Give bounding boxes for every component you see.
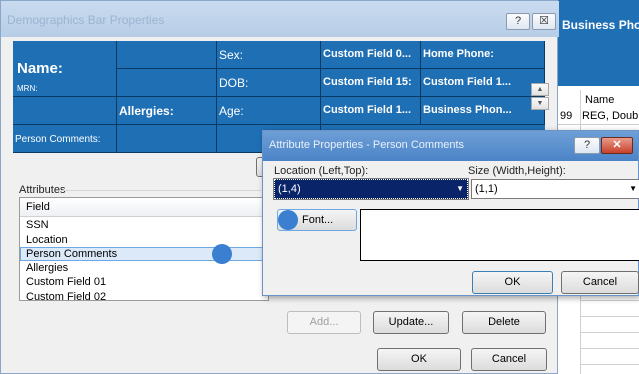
list-header-field: Field bbox=[26, 201, 50, 213]
preview-allergies-label: Allergies: bbox=[119, 104, 174, 118]
attributes-label: Attributes bbox=[19, 184, 66, 196]
add-button[interactable]: Add... bbox=[287, 311, 361, 334]
list-item[interactable]: Custom Field 02 bbox=[26, 291, 106, 300]
click-indicator bbox=[278, 210, 298, 230]
background-grid-row[interactable]: 99 REG, Double bbox=[558, 108, 639, 125]
preview-mrn-label: MRN: bbox=[17, 84, 38, 93]
list-item[interactable]: SSN bbox=[26, 219, 49, 232]
click-indicator bbox=[212, 244, 232, 264]
preview-cell[interactable] bbox=[13, 97, 117, 125]
size-select[interactable]: (1,1) ▼ bbox=[471, 179, 639, 199]
row-number: 99 bbox=[560, 110, 573, 122]
preview-cell[interactable] bbox=[117, 41, 217, 69]
preview-cell-home-phone[interactable]: Home Phone: bbox=[421, 41, 545, 69]
preview-custom-field-label: Custom Field 1... bbox=[423, 76, 512, 88]
grid-line bbox=[580, 332, 639, 333]
row-name: REG, Double bbox=[582, 110, 639, 122]
preview-person-comments-label: Person Comments: bbox=[15, 134, 101, 145]
scroll-up-button[interactable]: ▲ bbox=[531, 83, 549, 96]
preview-cell[interactable] bbox=[117, 69, 217, 97]
inner-dialog-title: Attribute Properties - Person Comments bbox=[269, 139, 465, 151]
size-label: Size (Width,Height): bbox=[468, 165, 566, 177]
help-button[interactable]: ? bbox=[506, 13, 530, 30]
preview-sex-label: Sex: bbox=[219, 48, 244, 62]
location-label: Location (Left,Top): bbox=[274, 165, 369, 177]
preview-cell-sex[interactable]: Sex: bbox=[217, 41, 321, 69]
update-button[interactable]: Update... bbox=[373, 311, 449, 334]
scroll-down-button[interactable]: ▼ bbox=[531, 97, 549, 110]
attributes-list[interactable]: Field SSN Location Person Comments Aller… bbox=[19, 197, 269, 301]
background-header-label: Business Phor bbox=[562, 18, 639, 32]
preview-age-label: Age: bbox=[219, 104, 244, 118]
grid-line bbox=[580, 300, 639, 301]
preview-cell-age[interactable]: Age: bbox=[217, 97, 321, 125]
cancel-button[interactable]: Cancel bbox=[471, 348, 547, 371]
grid-header-name: Name bbox=[585, 94, 615, 106]
list-item[interactable]: Allergies bbox=[26, 262, 68, 275]
chevron-down-icon: ▼ bbox=[629, 184, 637, 193]
preview-cell[interactable] bbox=[117, 125, 217, 153]
ok-button[interactable]: OK bbox=[377, 348, 461, 371]
list-header[interactable]: Field bbox=[20, 198, 268, 217]
inner-ok-button[interactable]: OK bbox=[472, 271, 553, 294]
list-item[interactable]: Custom Field 01 bbox=[26, 276, 106, 289]
chevron-down-icon: ▼ bbox=[456, 184, 464, 193]
preview-cell-business-phone[interactable]: Business Phon... bbox=[421, 97, 545, 125]
inner-close-button[interactable]: ✕ bbox=[601, 137, 633, 154]
group-divider bbox=[61, 190, 261, 191]
delete-button[interactable]: Delete bbox=[462, 311, 546, 334]
preview-cell-custom-field[interactable]: Custom Field 1... bbox=[421, 69, 545, 97]
font-preview-box bbox=[360, 209, 639, 261]
preview-cell-allergies[interactable]: Allergies: bbox=[117, 97, 217, 125]
list-item[interactable]: Location bbox=[26, 234, 68, 247]
preview-cell-name[interactable]: Name: MRN: bbox=[13, 41, 117, 97]
preview-cell-custom-field[interactable]: Custom Field 0... bbox=[321, 41, 421, 69]
list-item[interactable]: Person Comments bbox=[26, 248, 117, 261]
preview-business-phone-label: Business Phon... bbox=[423, 104, 512, 116]
background-grid-header[interactable]: Name bbox=[580, 90, 639, 109]
preview-cell-dob[interactable]: DOB: bbox=[217, 69, 321, 97]
attribute-properties-dialog: Attribute Properties - Person Comments ?… bbox=[262, 130, 639, 296]
preview-cell-custom-field[interactable]: Custom Field 1... bbox=[321, 97, 421, 125]
grid-line bbox=[580, 348, 639, 349]
preview-custom-field-label: Custom Field 0... bbox=[323, 48, 412, 60]
grid-line bbox=[580, 316, 639, 317]
inner-cancel-button[interactable]: Cancel bbox=[561, 271, 639, 294]
location-select[interactable]: (1,4) ▼ bbox=[273, 178, 469, 200]
background-header bbox=[558, 0, 639, 86]
size-value: (1,1) bbox=[475, 183, 498, 195]
grid-line bbox=[580, 364, 639, 365]
preview-name-label: Name: bbox=[17, 60, 63, 77]
preview-dob-label: DOB: bbox=[219, 76, 249, 90]
preview-custom-field-15-label: Custom Field 15: bbox=[323, 76, 412, 88]
location-value: (1,4) bbox=[278, 183, 301, 195]
preview-cell-person-comments[interactable]: Person Comments: bbox=[13, 125, 117, 153]
inner-help-button[interactable]: ? bbox=[574, 137, 600, 154]
dialog-title: Demographics Bar Properties bbox=[7, 13, 165, 27]
close-button[interactable]: ☒ bbox=[532, 13, 556, 30]
preview-home-phone-label: Home Phone: bbox=[423, 48, 494, 60]
preview-custom-field-label: Custom Field 1... bbox=[323, 104, 412, 116]
preview-cell-custom-field-15[interactable]: Custom Field 15: bbox=[321, 69, 421, 97]
